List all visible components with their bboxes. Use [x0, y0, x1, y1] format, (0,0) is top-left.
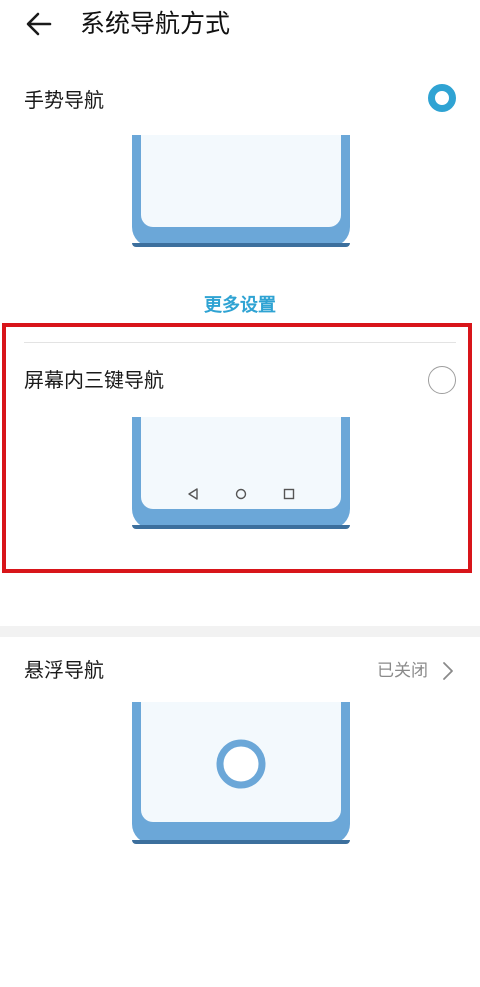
floating-preview-phone	[132, 702, 350, 852]
title-bar: 系统导航方式	[0, 0, 480, 50]
phone-frame-shadow	[132, 840, 350, 844]
phone-screen	[141, 135, 341, 227]
more-settings-link[interactable]: 更多设置	[0, 291, 480, 321]
back-arrow-icon	[26, 12, 52, 36]
chevron-right-icon	[443, 662, 453, 680]
floating-status: 已关闭	[377, 661, 428, 681]
section-separator	[0, 626, 480, 637]
back-button[interactable]	[22, 6, 58, 42]
option-gesture-navigation[interactable]: 手势导航	[0, 80, 480, 280]
phone-screen	[141, 702, 341, 822]
highlight-annotation-box	[2, 323, 472, 573]
option-floating-navigation[interactable]: 悬浮导航 已关闭	[0, 656, 480, 856]
page-title: 系统导航方式	[80, 9, 231, 38]
option-label: 手势导航	[24, 88, 104, 112]
floating-dock-icon	[216, 739, 266, 789]
option-label: 悬浮导航	[24, 658, 104, 682]
gesture-radio-button[interactable]	[428, 84, 456, 112]
phone-frame-shadow	[132, 243, 350, 247]
gesture-preview-phone	[132, 135, 350, 253]
